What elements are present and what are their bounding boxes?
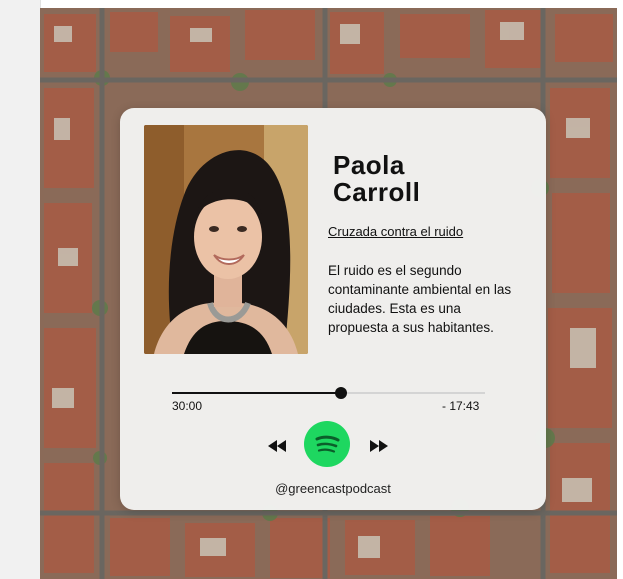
- progress-slider[interactable]: [172, 387, 485, 399]
- guest-photo: [144, 125, 308, 354]
- progress-handle[interactable]: [335, 387, 348, 399]
- guest-first-name: Paola: [333, 150, 405, 180]
- rewind-button[interactable]: [268, 439, 286, 457]
- podcast-card: Paola Carroll Cruzada contra el ruido El…: [120, 108, 546, 510]
- rewind-icon: [268, 440, 286, 452]
- episode-description: El ruido es el segundo contaminante ambi…: [328, 263, 512, 335]
- elapsed-time: 30:00: [172, 399, 203, 413]
- podcast-handle[interactable]: @greencastpodcast: [120, 481, 546, 496]
- guest-name: Paola Carroll: [333, 152, 533, 206]
- fast-forward-icon: [370, 440, 388, 452]
- page-margin: [0, 0, 41, 579]
- episode-title: Cruzada contra el ruido: [328, 224, 464, 239]
- fast-forward-button[interactable]: [370, 439, 388, 457]
- guest-last-name: Carroll: [333, 177, 421, 207]
- remaining-time: - 17:43: [442, 399, 480, 413]
- spotify-icon: [311, 428, 343, 460]
- progress-fill: [172, 392, 342, 394]
- spotify-button[interactable]: [304, 421, 350, 467]
